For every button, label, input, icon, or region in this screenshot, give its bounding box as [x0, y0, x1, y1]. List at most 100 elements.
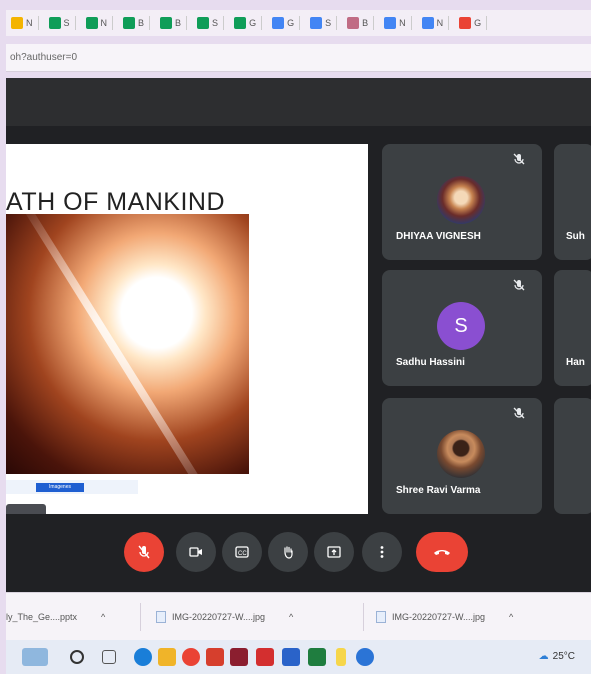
end-call-button[interactable] [416, 532, 468, 572]
download-filename: IMG-20220727-W....jpg [172, 612, 266, 622]
downloads-bar: ly_The_Ge....pptx ^ IMG-20220727-W....jp… [6, 592, 591, 640]
maps-pin-icon [234, 17, 247, 29]
bookmark-item[interactable]: S [46, 14, 79, 32]
bookmark-item[interactable]: N [83, 14, 117, 32]
weather-icon: ☁ [538, 651, 549, 662]
participant-name: Suh [566, 231, 585, 242]
bookmark-separator [37, 16, 39, 30]
bookmark-separator [373, 16, 375, 30]
bookmark-item[interactable]: G [231, 14, 265, 32]
participant-tile[interactable]: Han [554, 270, 591, 386]
bookmark-label: S [63, 18, 70, 28]
bookmark-item[interactable]: B [120, 14, 153, 32]
camera-toggle-button[interactable] [176, 532, 216, 572]
bookmark-item[interactable]: G [456, 14, 490, 32]
drive-icon [48, 17, 61, 29]
captions-button[interactable]: CC [222, 532, 262, 572]
camera-icon [189, 547, 202, 557]
image-file-icon [156, 611, 166, 623]
chevron-up-icon[interactable]: ^ [101, 612, 105, 622]
download-item[interactable]: ly_The_Ge....pptx ^ [6, 605, 105, 629]
temperature-text: 25°C [552, 651, 575, 662]
bookmark-item[interactable]: N [419, 14, 453, 32]
download-item[interactable]: IMG-20220727-W....jpg ^ [376, 605, 513, 629]
caption-chip: Imagenes [36, 482, 84, 492]
slide-title: ATH OF MANKIND [6, 188, 226, 216]
bookmark-label: G [474, 18, 482, 28]
bookmarks-bar: NSNBBSGGSBNNG [6, 10, 591, 36]
raise-hand-button[interactable] [268, 532, 308, 572]
bookmark-item[interactable]: B [157, 14, 190, 32]
divider [140, 603, 141, 631]
bookmark-label: S [325, 18, 332, 28]
word-icon[interactable] [282, 648, 300, 666]
google-icon [459, 17, 472, 29]
raise-hand-icon [284, 546, 293, 559]
bookmark-separator [410, 16, 412, 30]
gmail-icon [272, 17, 285, 29]
avatar [437, 430, 485, 478]
pdf-icon[interactable] [256, 648, 274, 666]
bookmark-label: G [249, 18, 257, 28]
chevron-up-icon[interactable]: ^ [289, 612, 293, 622]
bookmark-item[interactable]: N [381, 14, 415, 32]
bookmark-label: S [212, 18, 219, 28]
bookmark-label: N [26, 18, 33, 28]
bookmark-label: B [362, 18, 369, 28]
avatar [437, 176, 485, 224]
bookmark-item[interactable]: S [307, 14, 340, 32]
sheets-icon [197, 17, 210, 29]
app-frame: N S N B B S G G S B N N G oh?authuser=0 ATH OF MANKI… [0, 0, 591, 674]
sheets-icon [85, 17, 98, 29]
excel-icon[interactable] [308, 648, 326, 666]
sheets-icon [160, 17, 173, 29]
edge-icon[interactable] [134, 648, 152, 666]
app-icon[interactable] [230, 648, 248, 666]
powerpoint-icon[interactable] [206, 648, 224, 666]
file-explorer-icon[interactable] [158, 648, 176, 666]
mic-off-icon [513, 279, 525, 291]
bookmark-item[interactable]: N [8, 14, 42, 32]
download-item[interactable]: IMG-20220727-W....jpg ^ [156, 605, 293, 629]
chevron-up-icon[interactable]: ^ [509, 612, 513, 622]
participant-tile[interactable]: DHIYAA VIGNESH [382, 144, 542, 260]
mic-off-icon [513, 153, 525, 165]
presenter-thumbnail [6, 504, 46, 514]
notes-icon[interactable] [336, 648, 346, 666]
meet-window: ATH OF MANKIND Imagenes DHIYAA VIGNESH S… [6, 78, 591, 592]
participant-name: Shree Ravi Varma [396, 485, 481, 496]
participant-tile[interactable] [554, 398, 591, 514]
slides-icon [11, 17, 23, 29]
bookmark-separator [336, 16, 338, 30]
app-icon[interactable] [356, 648, 374, 666]
bookmark-separator [223, 16, 225, 30]
bookmark-item[interactable]: G [269, 14, 303, 32]
more-options-button[interactable] [362, 532, 402, 572]
weather-widget[interactable]: ☁ 25°C [539, 651, 575, 662]
bookmark-label: N [399, 18, 406, 28]
participant-tile[interactable]: S Sadhu Hassini [382, 270, 542, 386]
participant-tile[interactable]: Shree Ravi Varma [382, 398, 542, 514]
participant-name: Han [566, 357, 585, 368]
download-filename: ly_The_Ge....pptx [6, 612, 78, 622]
mic-toggle-button[interactable] [124, 532, 164, 572]
address-bar[interactable]: oh?authuser=0 [6, 44, 591, 72]
participant-name: Sadhu Hassini [396, 357, 465, 368]
chrome-icon[interactable] [182, 648, 200, 666]
search-icon[interactable] [70, 650, 84, 664]
widget-icon[interactable] [22, 648, 48, 666]
bookmark-label: B [175, 18, 182, 28]
participant-tile[interactable]: Suh [554, 144, 591, 260]
participant-name: DHIYAA VIGNESH [396, 231, 481, 242]
task-view-icon[interactable] [102, 650, 116, 664]
bookmark-label: N [436, 18, 444, 28]
bookmark-item[interactable]: B [344, 14, 377, 32]
image-file-icon [376, 611, 386, 623]
bookmark-separator [74, 16, 76, 30]
meet-top-bar [6, 78, 591, 126]
present-button[interactable] [314, 532, 354, 572]
call-controls: CC [6, 532, 591, 592]
mic-off-icon [138, 545, 150, 559]
bookmark-separator [186, 16, 188, 30]
bookmark-item[interactable]: S [194, 14, 227, 32]
